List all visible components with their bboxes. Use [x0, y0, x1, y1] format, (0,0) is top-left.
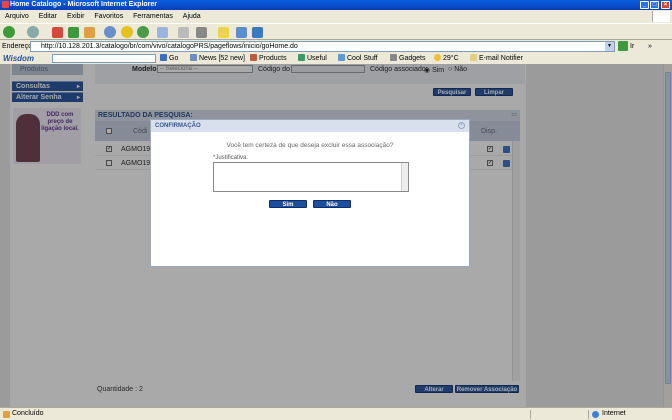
cool-icon [338, 54, 345, 61]
go-label[interactable]: Ir [630, 40, 634, 53]
messenger-icon[interactable] [236, 27, 247, 38]
back-icon[interactable] [3, 26, 15, 38]
windows-logo-icon [652, 11, 670, 22]
title-bar: Home Catalogo - Microsoft Internet Explo… [0, 0, 672, 10]
go-icon [160, 54, 167, 61]
home-icon[interactable] [84, 27, 95, 38]
browser-window: Home Catalogo - Microsoft Internet Explo… [0, 0, 672, 420]
folder-icon[interactable] [218, 27, 229, 38]
confirmation-dialog: CONFIRMAÇÃO × Você tem certeza de que de… [150, 119, 470, 267]
page-done-icon [3, 411, 10, 418]
history-icon[interactable] [137, 26, 149, 38]
status-divider [530, 410, 531, 419]
status-text: Concluído [12, 410, 44, 417]
sun-icon [434, 54, 441, 61]
search-icon[interactable] [104, 26, 116, 38]
menu-favoritos[interactable]: Favoritos [94, 13, 123, 20]
mail-icon[interactable] [157, 27, 168, 38]
links-chevron[interactable]: » [648, 40, 652, 53]
tools-icon[interactable] [252, 27, 263, 38]
forward-icon[interactable] [27, 26, 39, 38]
justificativa-textarea[interactable] [213, 162, 409, 192]
chevron-down-icon[interactable]: ▼ [605, 42, 614, 51]
refresh-icon[interactable] [68, 27, 79, 38]
email-icon [470, 54, 477, 61]
wisdom-products-button[interactable]: Products [250, 53, 287, 64]
wisdom-logo: Wisdom [3, 54, 35, 63]
status-divider [588, 410, 589, 419]
print-icon[interactable] [178, 27, 189, 38]
wisdom-news-button[interactable]: News [52 new] [190, 53, 245, 64]
wisdom-search-input[interactable] [52, 54, 156, 63]
status-bar: Concluído Internet [0, 407, 672, 420]
textarea-scrollbar[interactable] [401, 163, 408, 191]
wisdom-useful-button[interactable]: Useful [298, 53, 327, 64]
wisdom-cool-button[interactable]: Cool Stuff [338, 53, 378, 64]
gadgets-icon [390, 54, 397, 61]
justificativa-label: *Justificativa: [213, 155, 249, 161]
address-bar: Endereço http://10.128.201.3/catalogo/br… [0, 40, 672, 53]
menu-exibir[interactable]: Exibir [67, 13, 85, 20]
menu-bar: Arquivo Editar Exibir Favoritos Ferramen… [0, 11, 672, 22]
products-icon [250, 54, 257, 61]
zone-label: Internet [602, 410, 626, 417]
favorites-icon[interactable] [121, 26, 133, 38]
address-field[interactable]: http://10.128.201.3/catalogo/br/com/vivo… [30, 41, 615, 52]
news-icon [190, 54, 197, 61]
go-arrow-icon[interactable] [618, 41, 628, 51]
minimize-button[interactable]: _ [640, 1, 649, 9]
dialog-message: Você tem certeza de que deseja excluir e… [226, 142, 394, 149]
wisdom-go-button[interactable]: Go [160, 53, 178, 64]
wisdom-gadgets-button[interactable]: Gadgets [390, 53, 425, 64]
maximize-button[interactable]: □ [650, 1, 659, 9]
edit-icon[interactable] [196, 27, 207, 38]
wisdom-toolbar: Wisdom Go News [52 new] Products Useful … [0, 53, 672, 64]
window-title: Home Catalogo - Microsoft Internet Explo… [10, 1, 158, 8]
address-url: http://10.128.201.3/catalogo/br/com/vivo… [41, 43, 298, 50]
toolbar [0, 23, 672, 40]
ie-icon [2, 1, 9, 8]
internet-globe-icon [592, 411, 599, 418]
menu-arquivo[interactable]: Arquivo [5, 13, 29, 20]
stop-icon[interactable] [52, 27, 63, 38]
menu-ferramentas[interactable]: Ferramentas [133, 13, 173, 20]
address-label: Endereço [2, 43, 32, 50]
menu-editar[interactable]: Editar [39, 13, 57, 20]
close-button[interactable]: × [661, 1, 670, 9]
sim-button[interactable]: Sim [269, 200, 307, 208]
nao-button[interactable]: Não [313, 200, 351, 208]
dialog-title: CONFIRMAÇÃO × [151, 120, 469, 132]
close-icon[interactable]: × [458, 122, 465, 129]
wisdom-email-button[interactable]: E-mail Notifier [470, 53, 523, 64]
wisdom-weather[interactable]: 29°C [434, 53, 459, 64]
menu-ajuda[interactable]: Ajuda [183, 13, 201, 20]
useful-icon [298, 54, 305, 61]
